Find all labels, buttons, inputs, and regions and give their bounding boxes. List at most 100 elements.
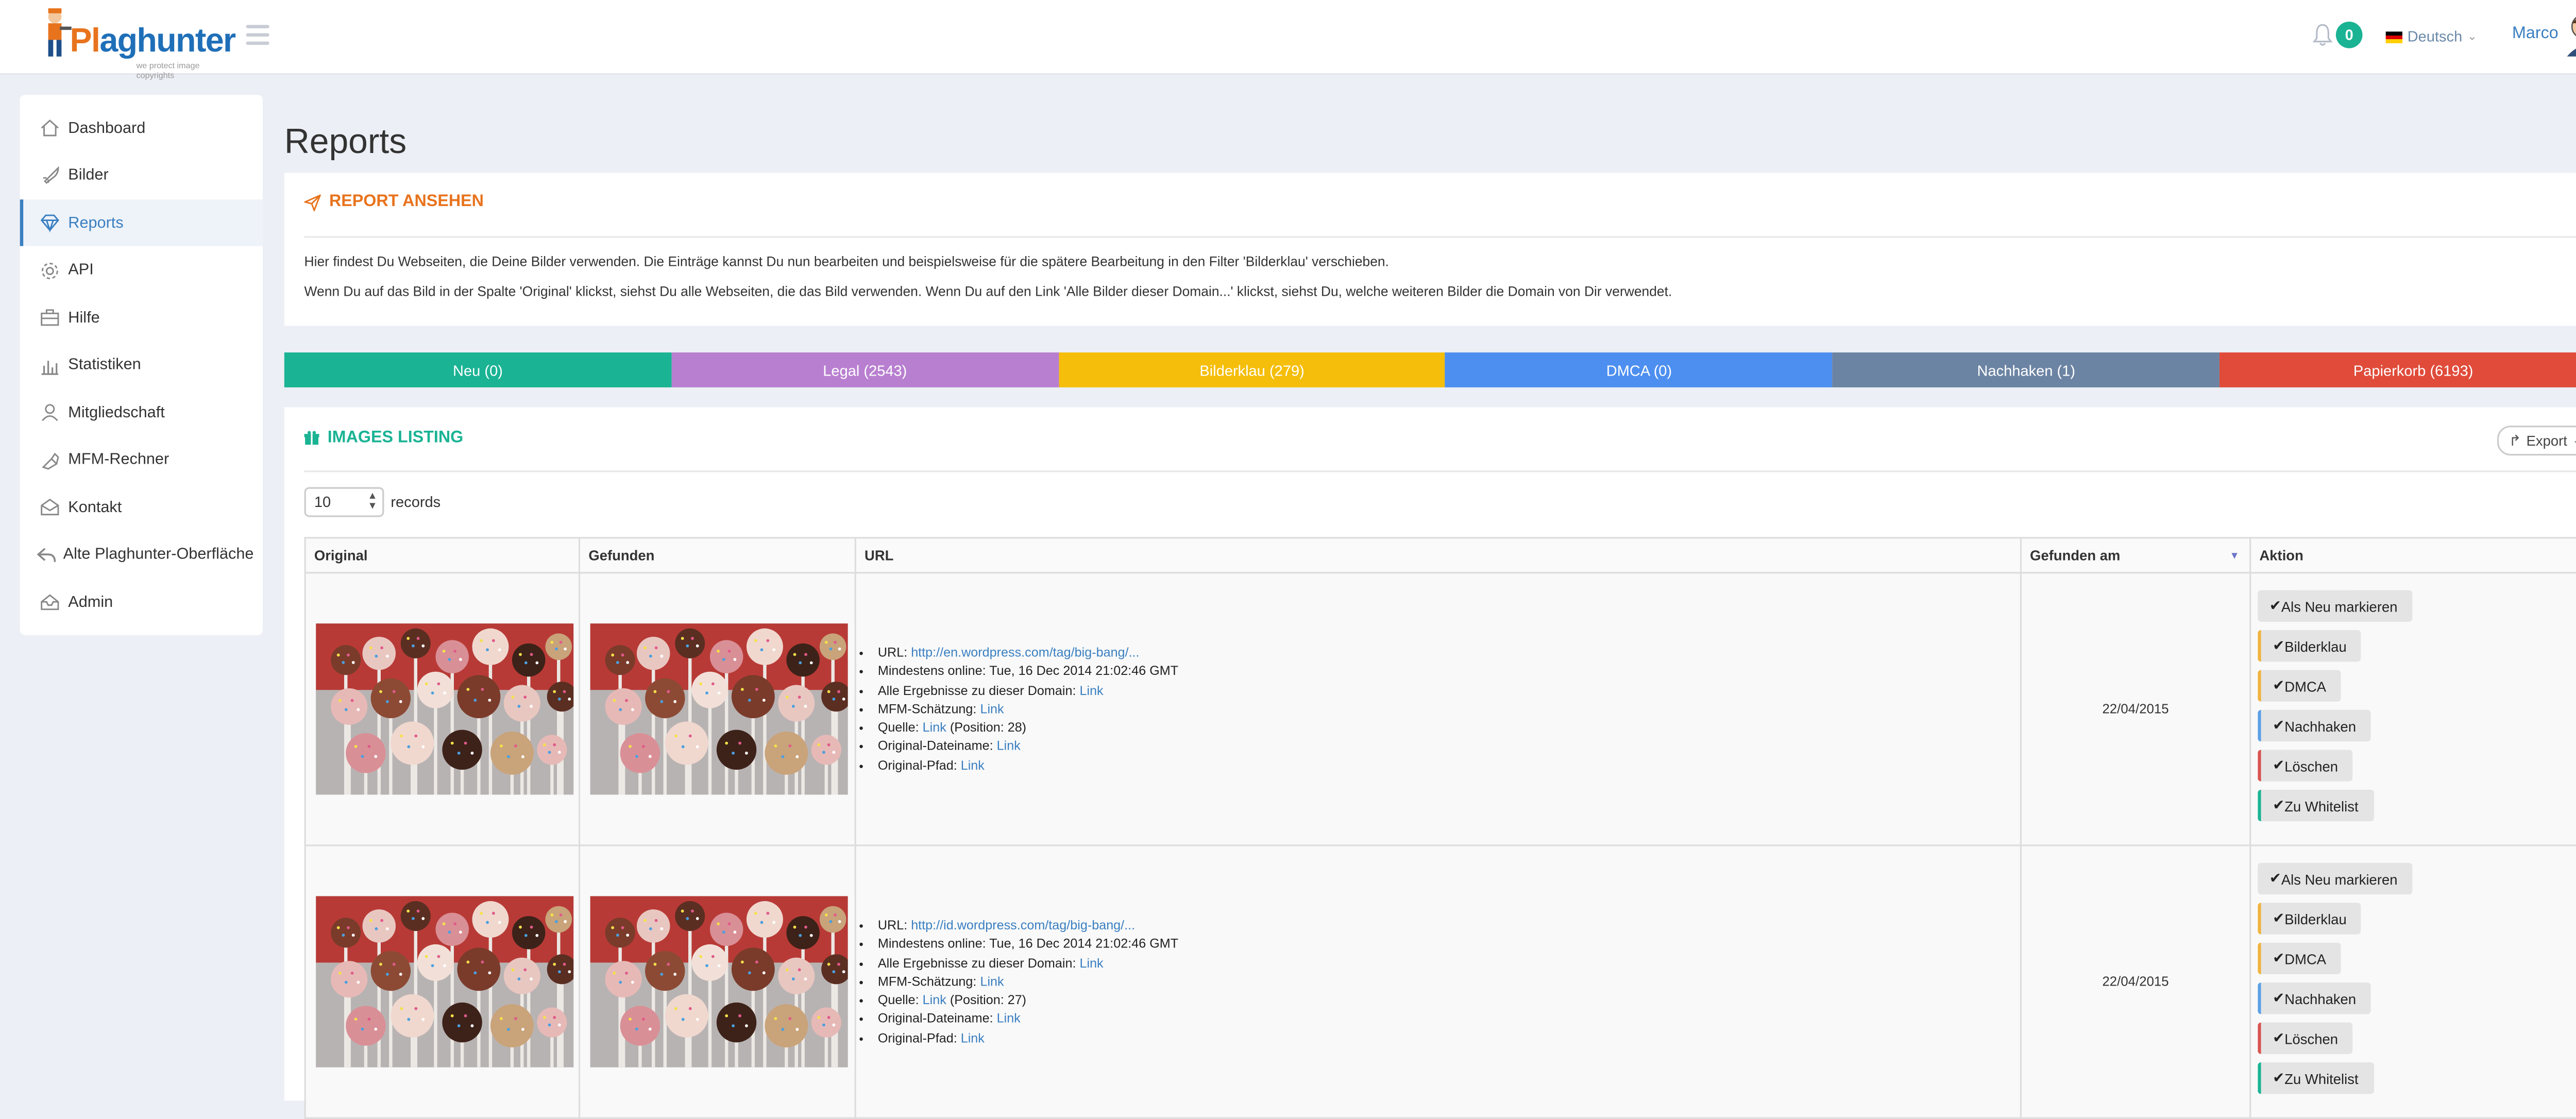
reply-icon bbox=[37, 547, 56, 562]
bilderklau-button[interactable]: ✔ Bilderklau bbox=[2258, 630, 2362, 662]
sidebar-item-mitgliedschaft[interactable]: Mitgliedschaft bbox=[20, 389, 263, 435]
sidebar-item-label: Mitgliedschaft bbox=[68, 403, 165, 422]
sidebar-item-bilder[interactable]: Bilder bbox=[20, 152, 263, 198]
top-bar: Plaghunter we protect image copyrights 0… bbox=[0, 0, 2576, 81]
source-link[interactable]: Link bbox=[923, 993, 946, 1008]
original-image[interactable] bbox=[316, 623, 574, 795]
info-filename: Original-Dateiname: Link bbox=[878, 737, 2019, 756]
column-header-original[interactable]: Original bbox=[304, 537, 581, 574]
url-link[interactable]: http://id.wordpress.com/tag/big-bang/... bbox=[911, 918, 1135, 933]
mfm-link[interactable]: Link bbox=[980, 701, 1004, 716]
sidebar-item-statistiken[interactable]: Statistiken bbox=[20, 342, 263, 388]
stepper-arrows-icon: ▲ ▼ bbox=[367, 492, 378, 512]
chevron-down-icon: ⌄ bbox=[2572, 434, 2576, 447]
german-flag-icon bbox=[2385, 30, 2403, 43]
column-header-label: Gefunden am bbox=[2030, 547, 2121, 564]
records-per-page: 10 ▲ ▼ records bbox=[304, 487, 441, 517]
info-mfm: MFM-Schätzung: Link bbox=[878, 700, 2019, 718]
menu-toggle-icon[interactable] bbox=[246, 25, 269, 45]
source-link[interactable]: Link bbox=[923, 720, 946, 735]
user-icon bbox=[42, 404, 58, 421]
home-icon bbox=[41, 120, 59, 137]
export-button[interactable]: ↱ Export ⌄ bbox=[2497, 426, 2576, 456]
info-url: URL: http://id.wordpress.com/tag/big-ban… bbox=[878, 917, 2019, 935]
bell-icon[interactable] bbox=[2312, 23, 2333, 46]
mark-new-button[interactable]: ✔ Als Neu markieren bbox=[2258, 862, 2413, 895]
all-results-link[interactable]: Link bbox=[1079, 683, 1103, 698]
dmca-button[interactable]: ✔ DMCA bbox=[2258, 670, 2342, 702]
brand-name: Plaghunter bbox=[70, 23, 236, 60]
tab-legal[interactable]: Legal (2543) bbox=[671, 352, 1059, 387]
nachhaken-button[interactable]: ✔ Nachhaken bbox=[2258, 982, 2371, 1014]
info-all-results: Alle Ergebnisse zu dieser Domain: Link bbox=[878, 954, 2019, 972]
divider bbox=[304, 236, 2576, 238]
sidebar-item-mfm-rechner[interactable]: MFM-Rechner bbox=[20, 436, 263, 483]
delete-button[interactable]: ✔ Löschen bbox=[2258, 750, 2353, 782]
actions-cell: ✔ Als Neu markieren ✔ Bilderklau ✔ DMCA ✔ Na… bbox=[2249, 572, 2576, 846]
filename-link[interactable]: Link bbox=[997, 739, 1021, 754]
table-header-row: Original Gefunden URL Gefunden am ▼ Aktio… bbox=[304, 537, 2576, 574]
bilderklau-button[interactable]: ✔ Bilderklau bbox=[2258, 903, 2362, 935]
nachhaken-button[interactable]: ✔ Nachhaken bbox=[2258, 709, 2371, 742]
envelope-icon bbox=[41, 498, 59, 516]
whitelist-button[interactable]: ✔ Zu Whitelist bbox=[2258, 1062, 2374, 1094]
sidebar-item-label: Hilfe bbox=[68, 308, 100, 327]
report-panel: REPORT ANSEHEN Hier findest Du Webseiten… bbox=[284, 173, 2576, 326]
briefcase-icon bbox=[41, 309, 59, 326]
plaghunter-logo[interactable]: Plaghunter we protect image copyrights bbox=[40, 7, 239, 81]
records-select[interactable]: 10 ▲ ▼ bbox=[304, 487, 384, 517]
sidebar: Dashboard Bilder Reports API Hilfe Stati… bbox=[20, 94, 263, 635]
notification-badge[interactable]: 0 bbox=[2335, 21, 2363, 48]
found-date: 22/04/2015 bbox=[2102, 974, 2169, 990]
original-image[interactable] bbox=[316, 896, 574, 1067]
column-header-url[interactable]: URL bbox=[854, 537, 2022, 574]
records-label: records bbox=[391, 494, 441, 511]
filename-link[interactable]: Link bbox=[997, 1011, 1021, 1026]
mark-new-button[interactable]: ✔ Als Neu markieren bbox=[2258, 590, 2413, 622]
tab-bilderklau[interactable]: Bilderklau (279) bbox=[1058, 352, 1446, 387]
column-header-gefunden[interactable]: Gefunden bbox=[578, 537, 856, 574]
images-listing-title: IMAGES LISTING bbox=[327, 429, 464, 448]
sidebar-item-api[interactable]: API bbox=[20, 247, 263, 293]
all-results-link[interactable]: Link bbox=[1079, 956, 1103, 971]
filter-tabs: Neu (0) Legal (2543) Bilderklau (279) DM… bbox=[284, 352, 2576, 387]
sidebar-item-label: Bilder bbox=[68, 166, 109, 185]
mfm-link[interactable]: Link bbox=[980, 974, 1004, 989]
whitelist-button[interactable]: ✔ Zu Whitelist bbox=[2258, 789, 2374, 822]
column-header-gefunden-am[interactable]: Gefunden am ▼ bbox=[2020, 537, 2251, 574]
found-cell bbox=[578, 844, 856, 1119]
language-selector[interactable]: Deutsch ⌄ bbox=[2385, 25, 2477, 48]
found-image[interactable] bbox=[590, 623, 848, 795]
original-cell bbox=[304, 844, 581, 1119]
sidebar-item-kontakt[interactable]: Kontakt bbox=[20, 484, 263, 530]
path-link[interactable]: Link bbox=[961, 757, 985, 772]
gear-icon bbox=[41, 262, 58, 279]
export-label: Export bbox=[2526, 432, 2567, 449]
sidebar-item-hilfe[interactable]: Hilfe bbox=[20, 294, 263, 341]
found-image[interactable] bbox=[590, 896, 848, 1067]
tab-neu[interactable]: Neu (0) bbox=[284, 352, 672, 387]
rocket-icon bbox=[43, 165, 59, 183]
sidebar-item-admin[interactable]: Admin bbox=[20, 579, 263, 625]
found-cell bbox=[578, 572, 856, 846]
table-row: URL: http://id.wordpress.com/tag/big-ban… bbox=[304, 844, 2576, 1119]
found-date: 22/04/2015 bbox=[2102, 701, 2169, 717]
sidebar-item-alte-oberflaeche[interactable]: Alte Plaghunter-Oberfläche bbox=[20, 531, 263, 578]
sidebar-item-dashboard[interactable]: Dashboard bbox=[20, 105, 263, 151]
user-name[interactable]: Marco bbox=[2512, 25, 2558, 43]
delete-button[interactable]: ✔ Löschen bbox=[2258, 1022, 2353, 1054]
column-header-aktion[interactable]: Aktion bbox=[2249, 537, 2576, 574]
avatar[interactable] bbox=[2564, 10, 2576, 57]
tab-papierkorb[interactable]: Papierkorb (6193) bbox=[2219, 352, 2576, 387]
tab-nachhaken[interactable]: Nachhaken (1) bbox=[1833, 352, 2220, 387]
language-label: Deutsch bbox=[2407, 28, 2463, 45]
cake-pops-image bbox=[590, 896, 848, 1067]
dmca-button[interactable]: ✔ DMCA bbox=[2258, 942, 2342, 975]
sidebar-item-reports[interactable]: Reports bbox=[20, 199, 263, 246]
info-all-results: Alle Ergebnisse zu dieser Domain: Link bbox=[878, 681, 2019, 700]
url-link[interactable]: http://en.wordpress.com/tag/big-bang/... bbox=[911, 646, 1139, 660]
tab-dmca[interactable]: DMCA (0) bbox=[1445, 352, 1833, 387]
records-value: 10 bbox=[314, 494, 331, 511]
path-link[interactable]: Link bbox=[961, 1030, 985, 1045]
inbox-icon bbox=[41, 594, 59, 611]
